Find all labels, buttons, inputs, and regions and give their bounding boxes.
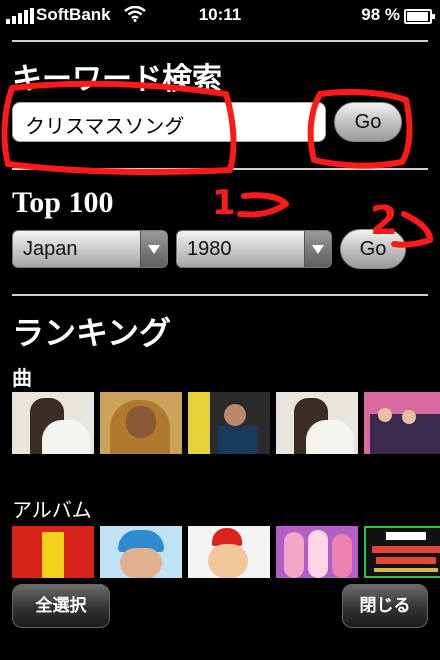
annotation-label-2: 2: [370, 198, 398, 244]
annotation-circle-search-input: [1, 80, 237, 175]
annotation-box-go-button: [307, 89, 413, 169]
annotation-arrow-1: [237, 192, 289, 218]
annotation-arrow-2: [391, 211, 433, 248]
red-annotation-overlay: 1 2: [1, 80, 433, 248]
annotation-label-1: 1: [212, 183, 236, 223]
